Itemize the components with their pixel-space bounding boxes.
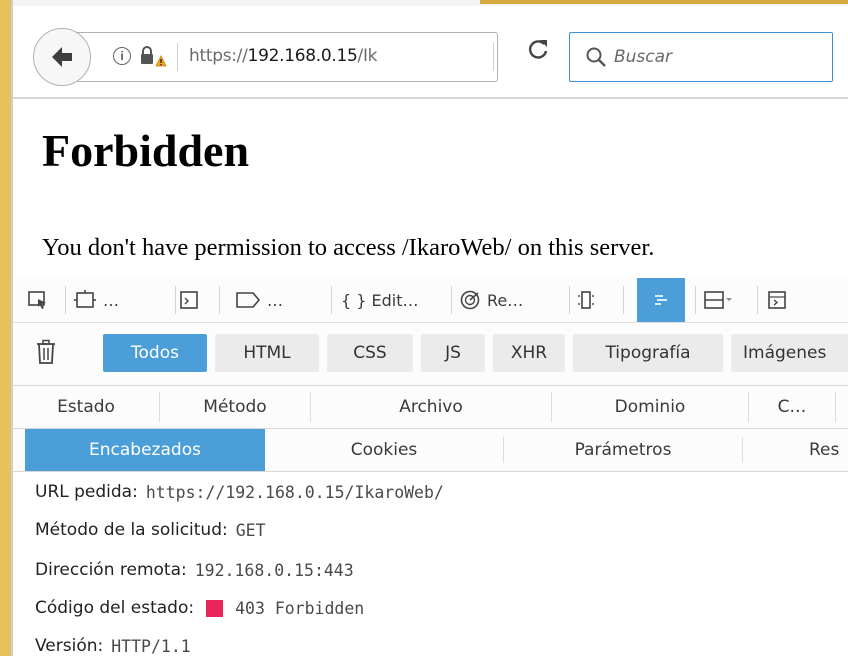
column-metodo[interactable]: Método bbox=[160, 386, 310, 428]
responsive-design-icon bbox=[74, 290, 96, 308]
url-text[interactable]: https://192.168.0.15/Ik bbox=[189, 46, 377, 66]
toolbar-label: … bbox=[267, 290, 283, 310]
trash-icon[interactable] bbox=[35, 339, 57, 365]
window-edge bbox=[0, 0, 11, 656]
tab-encabezados[interactable]: Encabezados bbox=[25, 429, 265, 471]
header-row-version: Versión: HTTP/1.1 bbox=[35, 636, 191, 656]
toolbar-separator bbox=[451, 286, 452, 314]
url-prefix: https:// bbox=[189, 46, 248, 66]
back-button[interactable] bbox=[33, 28, 91, 86]
url-host: 192.168.0.15 bbox=[247, 46, 358, 66]
header-value[interactable]: 192.168.0.15:443 bbox=[195, 561, 354, 580]
performance-icon bbox=[460, 290, 480, 310]
tab-respuesta[interactable]: Res bbox=[743, 429, 848, 471]
toolbar-separator bbox=[695, 286, 696, 314]
toolbar-separator bbox=[569, 286, 570, 314]
style-editor-button[interactable]: { } Edit… bbox=[341, 278, 445, 322]
pick-element-icon bbox=[28, 291, 46, 309]
reload-icon[interactable] bbox=[523, 34, 553, 64]
network-button[interactable] bbox=[637, 278, 685, 322]
filter-js[interactable]: JS bbox=[421, 334, 485, 372]
insecure-lock-icon[interactable] bbox=[139, 45, 167, 67]
toolbar-label: … bbox=[103, 290, 119, 310]
filter-tipografia[interactable]: Tipografía bbox=[573, 334, 723, 372]
responsive-design-button[interactable]: … bbox=[73, 278, 149, 322]
header-label: Método de la solicitud: bbox=[35, 520, 228, 540]
layout-button[interactable] bbox=[703, 278, 743, 322]
filter-html[interactable]: HTML bbox=[215, 334, 319, 372]
header-value[interactable]: GET bbox=[236, 521, 266, 540]
tab-cookies[interactable]: Cookies bbox=[265, 429, 503, 471]
layout-icon bbox=[704, 291, 732, 309]
search-box[interactable]: Buscar bbox=[569, 32, 833, 82]
header-row-remote-address: Dirección remota: 192.168.0.15:443 bbox=[35, 560, 354, 580]
headers-panel: URL pedida: https://192.168.0.15/IkaroWe… bbox=[13, 472, 848, 656]
header-row-method: Método de la solicitud: GET bbox=[35, 520, 266, 540]
url-path: /Ik bbox=[357, 46, 378, 66]
search-placeholder: Buscar bbox=[614, 47, 673, 67]
header-row-url: URL pedida: https://192.168.0.15/IkaroWe… bbox=[35, 482, 444, 502]
page-message: You don't have permission to access /Ika… bbox=[42, 234, 655, 261]
toolbar-separator bbox=[623, 286, 624, 314]
pick-element-button[interactable] bbox=[27, 278, 59, 322]
column-dominio[interactable]: Dominio bbox=[552, 386, 748, 428]
filter-todos[interactable]: Todos bbox=[103, 334, 207, 372]
url-separator-right bbox=[493, 43, 494, 71]
navigation-divider bbox=[13, 97, 848, 99]
toolbar-label: { } Edit… bbox=[341, 290, 419, 310]
search-icon bbox=[586, 47, 606, 67]
column-separator bbox=[835, 392, 836, 422]
url-bar[interactable]: i https://192.168.0.15/Ik bbox=[73, 32, 498, 82]
console-split-icon bbox=[768, 291, 786, 309]
column-estado[interactable]: Estado bbox=[13, 386, 159, 428]
header-label: Código del estado: bbox=[35, 598, 195, 618]
toolbar-label: Re… bbox=[487, 290, 524, 310]
toolbar-separator bbox=[65, 286, 66, 314]
window-top-accent bbox=[480, 0, 848, 4]
request-list-header: Estado Método Archivo Dominio C… bbox=[13, 386, 848, 429]
memory-button[interactable] bbox=[575, 278, 607, 322]
scratchpad-icon bbox=[236, 292, 261, 308]
navigation-bar: i https://192.168.0.15/Ik Buscar bbox=[13, 6, 848, 98]
console-split-button[interactable] bbox=[767, 278, 799, 322]
back-arrow-icon bbox=[52, 47, 72, 67]
column-archivo[interactable]: Archivo bbox=[311, 386, 551, 428]
column-causa[interactable]: C… bbox=[749, 386, 835, 428]
reload-glyph bbox=[529, 40, 548, 59]
memory-icon bbox=[578, 291, 594, 309]
network-filter-bar: Todos HTML CSS JS XHR Tipografía Imágene… bbox=[13, 323, 848, 386]
request-details-tabs: Encabezados Cookies Parámetros Res bbox=[13, 429, 848, 472]
header-value[interactable]: https://192.168.0.15/IkaroWeb/ bbox=[146, 483, 444, 502]
network-icon bbox=[655, 295, 667, 305]
performance-button[interactable]: Re… bbox=[459, 278, 559, 322]
toolbar-separator bbox=[175, 286, 176, 314]
header-value[interactable]: HTTP/1.1 bbox=[111, 637, 190, 656]
filter-css[interactable]: CSS bbox=[327, 334, 413, 372]
info-icon[interactable]: i bbox=[113, 47, 131, 65]
status-indicator bbox=[206, 599, 224, 617]
filter-imagenes[interactable]: Imágenes bbox=[731, 334, 848, 372]
header-value[interactable]: 403 Forbidden bbox=[235, 599, 364, 618]
url-separator bbox=[177, 43, 178, 71]
toolbar-separator bbox=[331, 286, 332, 314]
console-button[interactable] bbox=[179, 278, 211, 322]
toolbar-separator bbox=[219, 286, 220, 314]
devtools-toolbar: … … { } Edit… Re… bbox=[13, 278, 848, 323]
header-row-status: Código del estado: 403 Forbidden bbox=[35, 598, 364, 618]
header-label: Dirección remota: bbox=[35, 560, 187, 580]
header-label: Versión: bbox=[35, 636, 104, 656]
filter-xhr[interactable]: XHR bbox=[493, 334, 565, 372]
page-title: Forbidden bbox=[42, 125, 250, 176]
toolbar-separator bbox=[757, 286, 758, 314]
tab-parametros[interactable]: Parámetros bbox=[504, 429, 742, 471]
scratchpad-button[interactable]: … bbox=[235, 278, 311, 322]
console-icon bbox=[180, 291, 198, 309]
header-label: URL pedida: bbox=[35, 482, 138, 502]
